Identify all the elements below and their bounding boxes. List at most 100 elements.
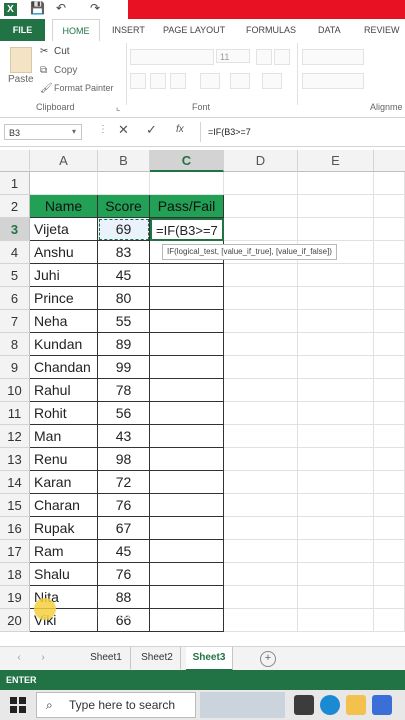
grid-cell[interactable] [224, 517, 298, 540]
name-cell[interactable]: Rupak [30, 517, 98, 540]
grow-font-button[interactable] [256, 49, 272, 65]
column-header-a[interactable]: A [30, 150, 98, 172]
undo-icon[interactable]: ↶ [56, 1, 66, 15]
tab-formulas[interactable]: FORMULAS [246, 19, 296, 41]
shrink-font-button[interactable] [274, 49, 290, 65]
add-sheet-button[interactable]: + [260, 651, 276, 667]
score-cell[interactable]: 76 [98, 563, 150, 586]
grid-cell[interactable] [150, 517, 224, 540]
name-cell[interactable]: Charan [30, 494, 98, 517]
cancel-icon[interactable]: ✕ [118, 122, 129, 138]
fill-color-button[interactable] [230, 73, 250, 89]
grid-cell[interactable] [374, 471, 405, 494]
name-cell[interactable]: Rohit [30, 402, 98, 425]
row-header[interactable]: 18 [0, 563, 30, 586]
grid-cell[interactable] [150, 609, 224, 632]
name-cell[interactable]: Man [30, 425, 98, 448]
score-cell[interactable]: 45 [98, 540, 150, 563]
row-header[interactable]: 7 [0, 310, 30, 333]
score-cell[interactable]: 55 [98, 310, 150, 333]
grid-cell[interactable] [224, 356, 298, 379]
name-box[interactable]: B3 [4, 124, 82, 140]
grid-cell[interactable] [298, 517, 374, 540]
name-cell[interactable]: Renu [30, 448, 98, 471]
grid-cell[interactable] [224, 310, 298, 333]
grid-cell[interactable] [224, 425, 298, 448]
grid-cell[interactable] [150, 287, 224, 310]
clipboard-launcher-icon[interactable]: ⌞ [116, 102, 120, 113]
score-cell[interactable]: 43 [98, 425, 150, 448]
paste-icon[interactable] [10, 47, 32, 73]
select-all-corner[interactable] [0, 150, 30, 172]
score-cell[interactable]: 80 [98, 287, 150, 310]
grid-cell[interactable] [374, 517, 405, 540]
row-header[interactable]: 20 [0, 609, 30, 632]
row-header[interactable]: 3 [0, 218, 30, 241]
grid-cell[interactable] [374, 218, 405, 241]
grid-cell[interactable] [374, 310, 405, 333]
confirm-icon[interactable]: ✓ [146, 122, 157, 138]
row-header[interactable]: 17 [0, 540, 30, 563]
column-header-e[interactable]: E [298, 150, 374, 172]
grid-cell[interactable] [298, 402, 374, 425]
tab-file[interactable]: FILE [0, 19, 45, 41]
grid-cell[interactable] [298, 195, 374, 218]
formula-input[interactable]: =IF(B3>=7 [208, 124, 251, 140]
grid-cell[interactable] [298, 448, 374, 471]
score-cell[interactable]: 89 [98, 333, 150, 356]
scissors-icon[interactable]: ✂ [40, 46, 48, 57]
row-header[interactable]: 8 [0, 333, 30, 356]
grid-cell[interactable] [224, 379, 298, 402]
formula-cell[interactable]: =IF(B3>=7 [150, 218, 224, 241]
save-icon[interactable]: 💾 [30, 1, 45, 15]
italic-button[interactable] [150, 73, 166, 89]
grid-cell[interactable] [298, 563, 374, 586]
grid-cell[interactable] [298, 218, 374, 241]
grid-cell[interactable] [374, 356, 405, 379]
row-header[interactable]: 1 [0, 172, 30, 195]
grid-cell[interactable] [150, 310, 224, 333]
store-icon[interactable] [372, 695, 392, 715]
paste-button[interactable]: Paste [8, 74, 34, 85]
grid-cell[interactable] [224, 195, 298, 218]
grid-cell[interactable] [374, 425, 405, 448]
grid-cell[interactable] [30, 172, 98, 195]
grid-cell[interactable] [224, 494, 298, 517]
grid-cell[interactable] [298, 471, 374, 494]
name-cell[interactable]: Anshu [30, 241, 98, 264]
format-painter-button[interactable]: Format Painter [54, 83, 114, 93]
grid-cell[interactable] [224, 540, 298, 563]
grid-cell[interactable] [374, 494, 405, 517]
grid-cell[interactable] [224, 586, 298, 609]
copy-button[interactable]: Copy [54, 65, 77, 76]
tab-insert[interactable]: INSERT [112, 19, 145, 41]
grid-cell[interactable] [298, 609, 374, 632]
grid-cell[interactable] [224, 471, 298, 494]
grid-cell[interactable] [224, 563, 298, 586]
grid-cell[interactable] [224, 218, 298, 241]
sheet-nav-prev-icon[interactable]: ‹ [12, 647, 26, 669]
underline-button[interactable] [170, 73, 186, 89]
insert-function-button[interactable]: fx [176, 124, 184, 135]
grid-cell[interactable] [150, 264, 224, 287]
row-header[interactable]: 10 [0, 379, 30, 402]
row-header[interactable]: 6 [0, 287, 30, 310]
windows-start-icon[interactable] [10, 697, 26, 713]
grid-cell[interactable] [374, 333, 405, 356]
grid-cell[interactable] [150, 172, 224, 195]
score-cell[interactable]: 78 [98, 379, 150, 402]
column-header-d[interactable]: D [224, 150, 298, 172]
grid-cell[interactable] [150, 356, 224, 379]
table-header-cell[interactable]: Score [98, 195, 150, 218]
grid-cell[interactable] [150, 563, 224, 586]
grid-cell[interactable] [150, 540, 224, 563]
grid-cell[interactable] [374, 379, 405, 402]
column-header-b[interactable]: B [98, 150, 150, 172]
grid-cell[interactable] [150, 586, 224, 609]
alignment-bottom-row[interactable] [302, 73, 364, 89]
font-name-select[interactable] [130, 49, 214, 65]
grid-cell[interactable] [374, 241, 405, 264]
borders-button[interactable] [200, 73, 220, 89]
score-cell[interactable]: 98 [98, 448, 150, 471]
grid-cell[interactable] [98, 172, 150, 195]
